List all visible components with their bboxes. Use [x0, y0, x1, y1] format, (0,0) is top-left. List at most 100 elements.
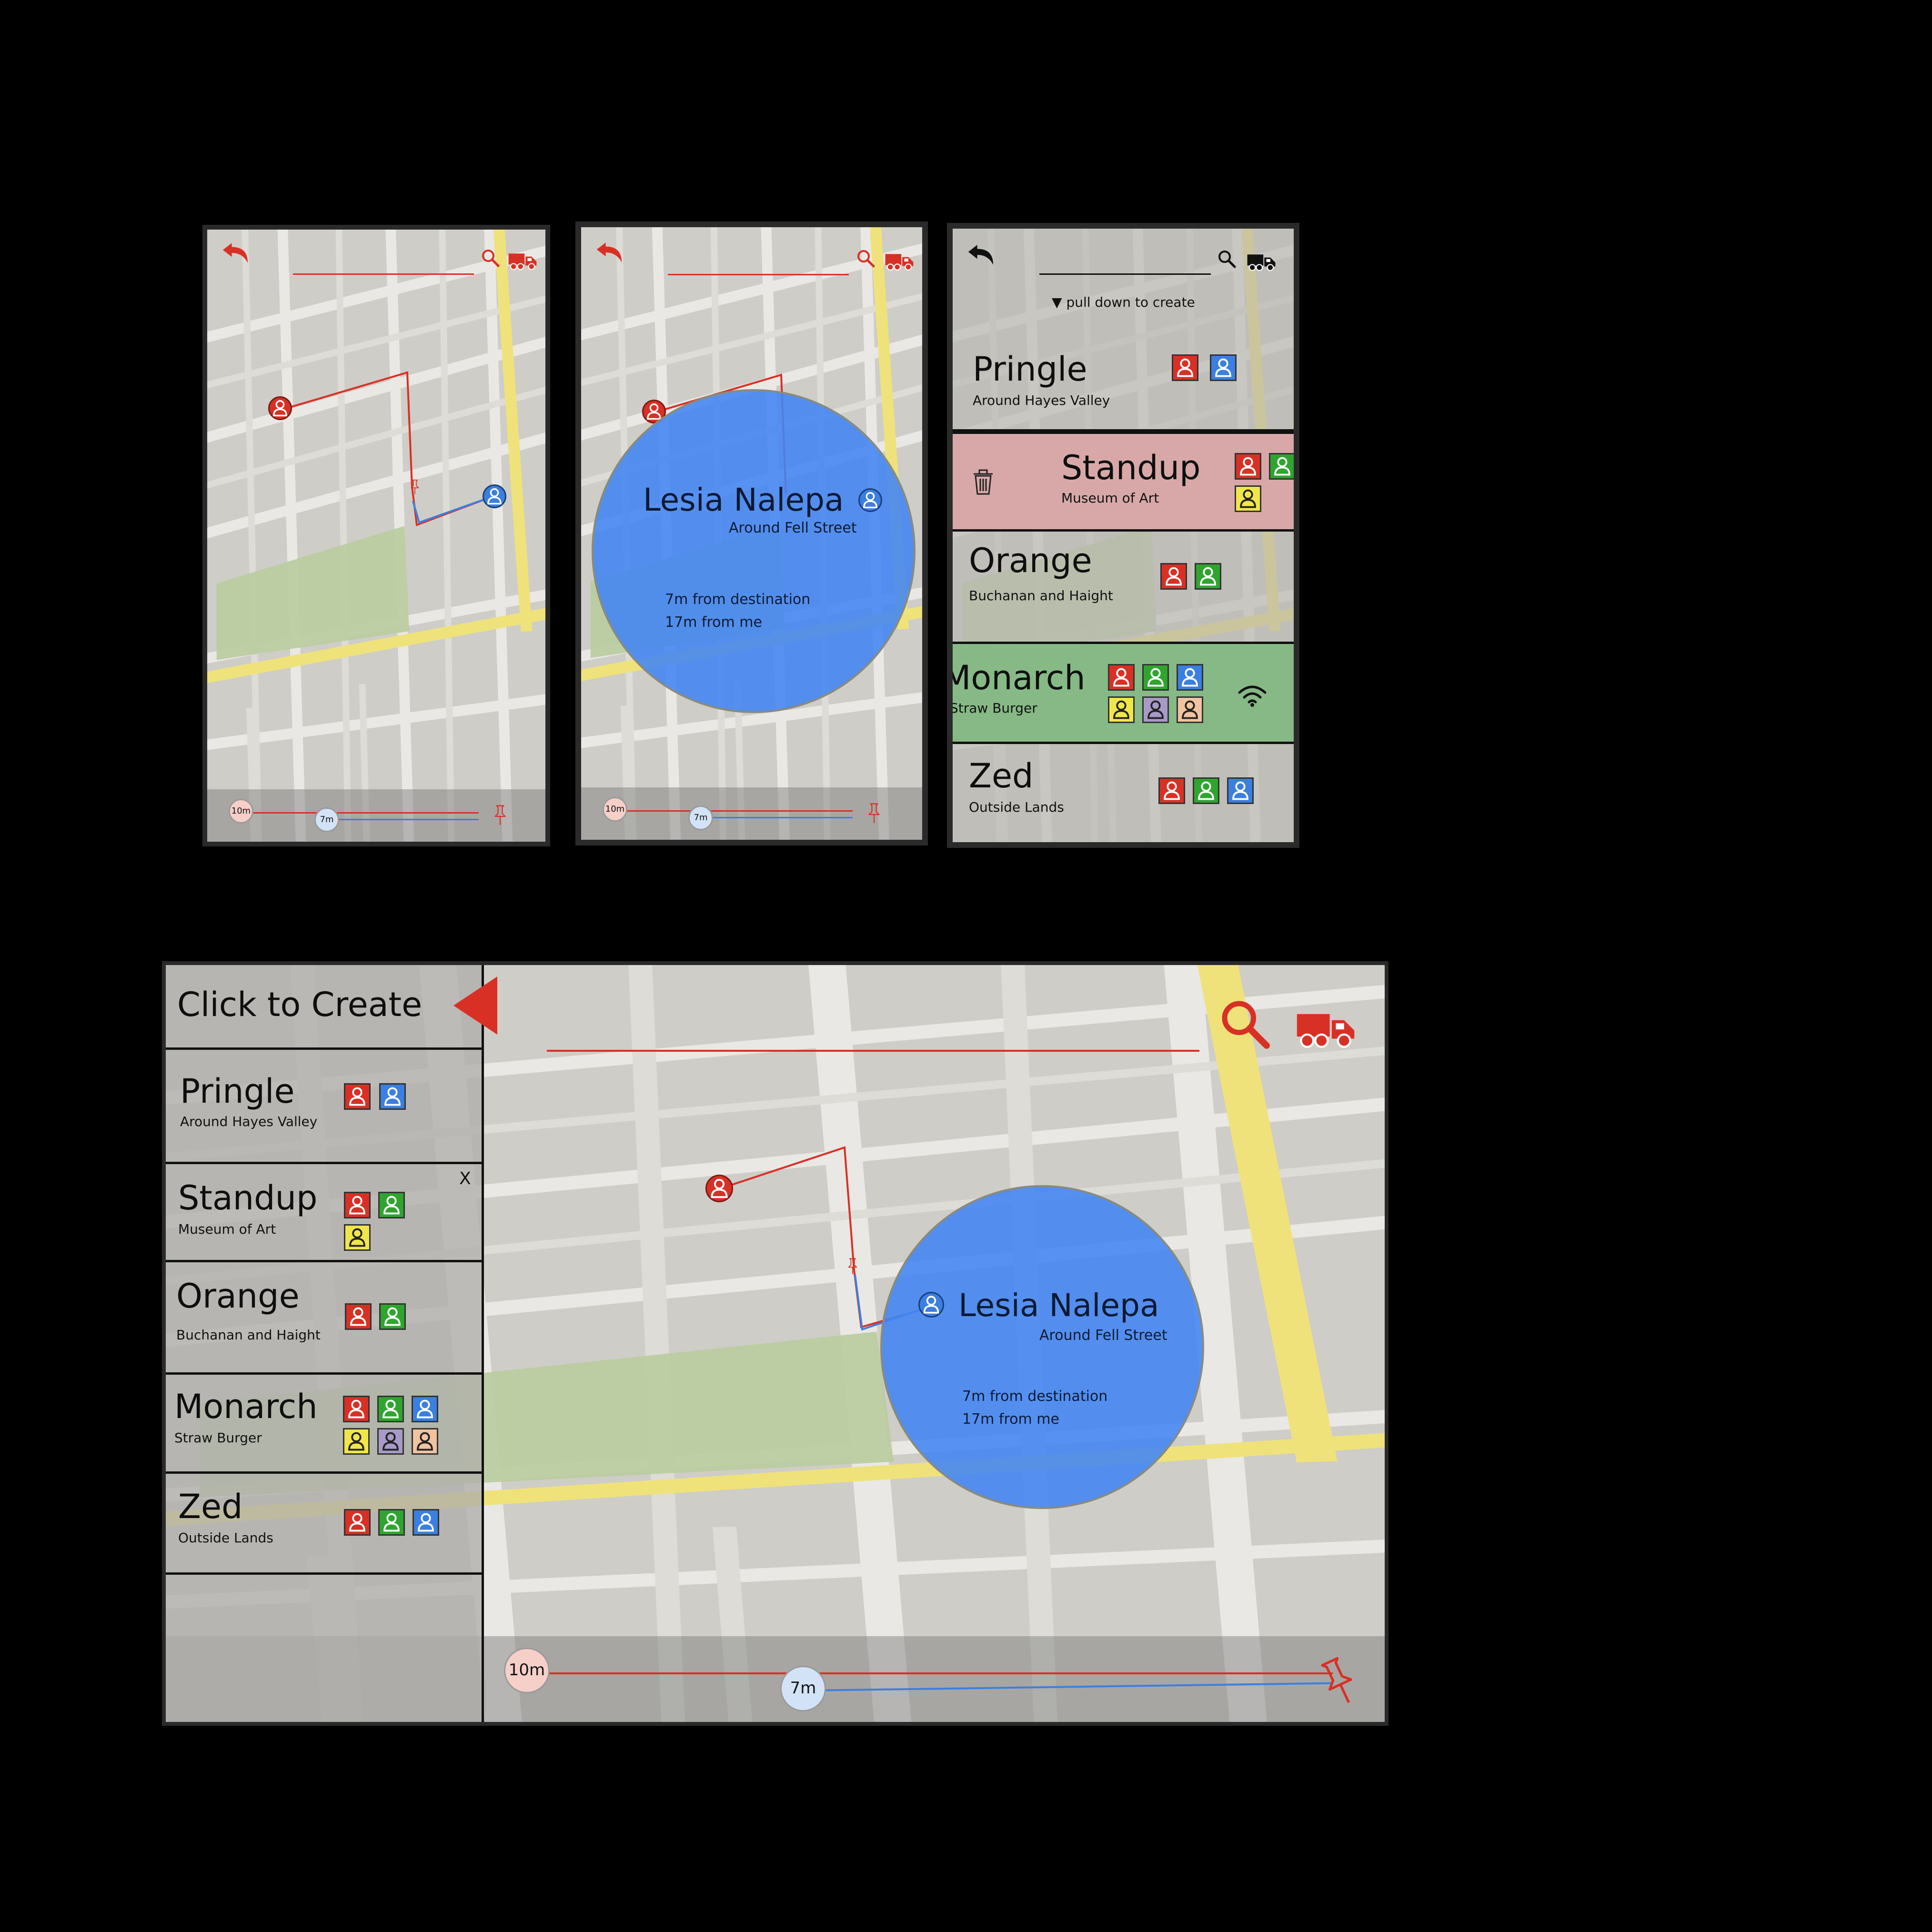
group-place: Buchanan and Haight: [176, 1327, 321, 1343]
tablet-screen: Lesia Nalepa Around Fell Street 7m from …: [162, 961, 1389, 1726]
my-distance-badge: 7m: [780, 1666, 826, 1711]
wifi-icon[interactable]: [1236, 682, 1269, 708]
member-avatar-blue: [1227, 777, 1254, 804]
member-avatar-blue: [1177, 664, 1203, 691]
list-item[interactable]: Pringle Around Hayes Valley: [166, 1050, 482, 1164]
member-avatar-yellow: [1235, 485, 1261, 512]
group-name: Monarch: [174, 1387, 318, 1426]
phone-screen-map: 10m 7m: [202, 225, 550, 846]
create-label: Click to Create: [177, 985, 423, 1024]
magnifier-icon[interactable]: [1218, 250, 1237, 269]
member-pin-red[interactable]: [705, 1175, 733, 1202]
destination-distance-badge: 10m: [504, 1648, 550, 1693]
member-avatar-blue: [379, 1083, 406, 1110]
person-detail-bubble[interactable]: Lesia Nalepa Around Fell Street 7m from …: [880, 1185, 1204, 1509]
group-name: Standup: [1061, 448, 1201, 487]
group-name: Monarch: [953, 658, 1086, 697]
undo-arrow-icon[interactable]: [966, 244, 996, 266]
person-location: Around Fell Street: [1039, 1327, 1167, 1344]
member-avatar-yellow: [344, 1224, 371, 1251]
pushpin-icon: [493, 803, 507, 827]
collapse-panel-triangle-icon[interactable]: [452, 975, 499, 1036]
group-place: Outside Lands: [969, 799, 1064, 815]
group-list-panel: Click to Create Pringle Around Hayes Val…: [166, 965, 484, 1722]
member-avatar-red: [1172, 354, 1198, 381]
group-name: Pringle: [973, 350, 1087, 389]
group-place: Museum of Art: [178, 1221, 276, 1237]
list-item[interactable]: Monarch Straw Burger: [953, 644, 1294, 744]
distance-bar: 10m 7m: [581, 787, 922, 840]
member-pin-blue[interactable]: [858, 488, 882, 512]
my-distance-badge: 7m: [314, 807, 339, 832]
list-item[interactable]: Zed Outside Lands: [166, 1474, 482, 1575]
member-pin-red[interactable]: [268, 396, 292, 420]
list-item[interactable]: Pringle Around Hayes Valley: [953, 324, 1294, 432]
group-name: Orange: [176, 1277, 300, 1316]
truck-icon[interactable]: [1246, 252, 1277, 272]
group-place: Museum of Art: [1061, 490, 1159, 506]
phone-screen-map-person: Lesia Nalepa Around Fell Street 7m from …: [575, 221, 928, 845]
group-place: Around Hayes Valley: [973, 392, 1110, 408]
list-item[interactable]: X Standup Museum of Art: [166, 1164, 482, 1262]
member-avatar-blue: [1210, 354, 1237, 381]
member-avatar-purple: [377, 1428, 404, 1455]
list-item[interactable]: Orange Buchanan and Haight: [166, 1262, 482, 1375]
member-avatar-red: [1160, 563, 1187, 590]
pushpin-icon: [1311, 1646, 1367, 1716]
member-avatar-red: [344, 1083, 371, 1110]
destination-pin-icon: [410, 477, 420, 496]
person-detail-bubble[interactable]: Lesia Nalepa Around Fell Street 7m from …: [592, 389, 916, 713]
close-icon[interactable]: X: [459, 1169, 471, 1188]
member-avatar-green: [377, 1396, 404, 1422]
member-pin-blue[interactable]: [483, 484, 506, 508]
member-avatar-blue: [413, 1509, 439, 1536]
group-place: Buchanan and Haight: [969, 588, 1113, 604]
list-item[interactable]: Zed Outside Lands: [953, 744, 1294, 842]
member-avatar-red: [344, 1192, 371, 1218]
member-pin-blue[interactable]: [918, 1292, 944, 1318]
distance-from-destination: 7m from destination: [962, 1388, 1108, 1405]
search-input[interactable]: [1039, 273, 1211, 275]
distance-from-me: 17m from me: [962, 1411, 1059, 1428]
list-item[interactable]: Orange Buchanan and Haight: [953, 532, 1294, 644]
person-name: Lesia Nalepa: [643, 482, 844, 518]
trash-icon[interactable]: [971, 467, 996, 496]
member-avatar-purple: [1142, 696, 1169, 723]
phone-screen-group-list: ▼ pull down to create Pringle Around Hay…: [947, 223, 1299, 848]
caret-down-icon: ▼: [1052, 294, 1062, 310]
group-name: Pringle: [180, 1072, 295, 1111]
member-avatar-green: [1269, 453, 1294, 480]
distance-from-destination: 7m from destination: [665, 591, 811, 608]
destination-distance-badge: 10m: [603, 797, 627, 822]
pull-down-hint: ▼ pull down to create: [1052, 294, 1195, 310]
member-avatar-red: [345, 1303, 372, 1330]
member-avatar-red: [1158, 777, 1185, 804]
member-avatar-red: [1235, 453, 1261, 480]
group-name: Zed: [178, 1487, 243, 1526]
member-avatar-red: [343, 1396, 370, 1422]
create-group-button[interactable]: Click to Create: [166, 965, 482, 1050]
list-item[interactable]: Standup Museum of Art: [953, 432, 1294, 532]
group-name: Zed: [969, 756, 1034, 795]
member-avatar-yellow: [1108, 696, 1135, 723]
person-location: Around Fell Street: [729, 520, 857, 536]
distance-bar: 10m 7m: [207, 789, 545, 842]
member-avatar-green: [1193, 777, 1219, 804]
member-avatar-red: [344, 1509, 371, 1536]
member-avatar-green: [378, 1192, 405, 1218]
member-avatar-blue: [412, 1396, 438, 1422]
my-distance-badge: 7m: [688, 805, 713, 830]
list-item[interactable]: Monarch Straw Burger: [166, 1375, 482, 1474]
member-avatar-green: [1142, 664, 1169, 691]
group-name: Orange: [969, 541, 1092, 580]
route-lines: [278, 371, 493, 526]
group-place: Straw Burger: [953, 700, 1037, 716]
pushpin-icon: [867, 801, 881, 825]
member-avatar-red: [1108, 664, 1135, 691]
member-avatar-peach: [1177, 696, 1203, 723]
destination-pin-icon: [847, 1256, 858, 1277]
group-place: Around Hayes Valley: [180, 1114, 318, 1129]
member-avatar-peach: [412, 1428, 438, 1455]
group-name: Standup: [178, 1178, 318, 1218]
member-avatar-green: [379, 1303, 406, 1330]
